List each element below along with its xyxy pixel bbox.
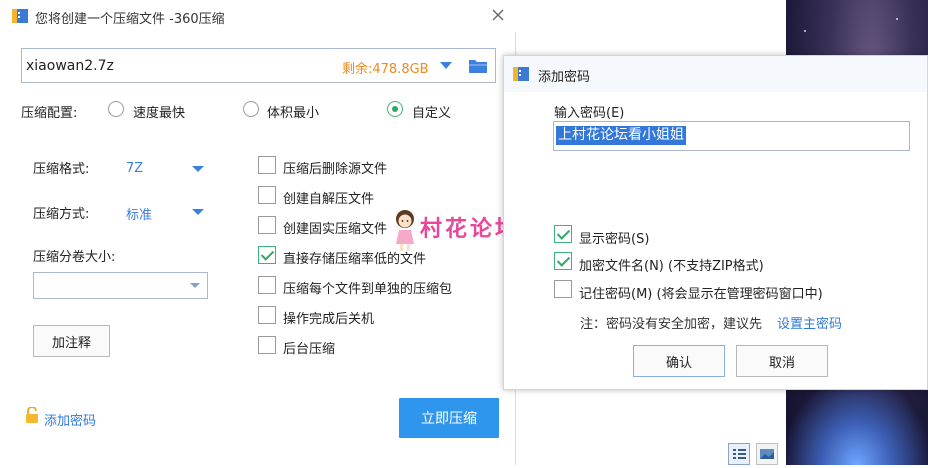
volume-size-select[interactable]	[33, 272, 208, 299]
encrypt-filenames-checkbox[interactable]	[554, 252, 572, 270]
config-label: 压缩配置:	[21, 106, 78, 121]
method-label: 压缩方式:	[33, 207, 90, 222]
encrypt-filenames-label[interactable]: 加密文件名(N) (不支持ZIP格式)	[579, 255, 764, 274]
password-input-label: 输入密码(E)	[554, 106, 625, 121]
set-master-password-link[interactable]: 设置主密码	[777, 313, 842, 332]
radio-smallest-label[interactable]: 体积最小	[267, 102, 319, 121]
add-password-dialog: 添加密码 输入密码(E) 上村花论坛看小姐姐 显示密码(S) 加密文件名(N) …	[503, 55, 928, 390]
archive-path-field: 剩余:478.8GB	[21, 48, 496, 83]
format-value: 7Z	[126, 161, 144, 176]
option-delete-source-label[interactable]: 压缩后删除源文件	[283, 158, 387, 177]
method-select[interactable]: 标准	[120, 197, 210, 223]
option-sfx-checkbox[interactable]	[258, 186, 276, 204]
radio-custom-label[interactable]: 自定义	[412, 102, 451, 121]
option-sfx-label[interactable]: 创建自解压文件	[283, 188, 374, 207]
chevron-down-icon	[192, 166, 204, 172]
window-title: 您将创建一个压缩文件 -360压缩	[35, 12, 225, 27]
confirm-button[interactable]: 确认	[633, 345, 725, 377]
cancel-button[interactable]: 取消	[736, 345, 828, 377]
show-password-checkbox[interactable]	[554, 225, 572, 243]
girl-icon	[396, 210, 414, 251]
radio-smallest[interactable]	[243, 101, 259, 117]
view-mode-toolbar	[728, 443, 780, 465]
chevron-down-icon[interactable]	[440, 62, 452, 69]
option-each-file-checkbox[interactable]	[258, 276, 276, 294]
option-solid-checkbox[interactable]	[258, 216, 276, 234]
lock-icon[interactable]	[25, 407, 39, 423]
show-password-label[interactable]: 显示密码(S)	[579, 228, 649, 247]
volume-size-label: 压缩分卷大小:	[33, 250, 116, 265]
remember-password-label[interactable]: 记住密码(M) (将会显示在管理密码窗口中)	[579, 283, 823, 302]
dialog-title-bar: 添加密码	[504, 56, 927, 92]
add-password-link[interactable]: 添加密码	[44, 410, 96, 429]
thumbnail-view-icon[interactable]	[756, 443, 778, 465]
option-delete-source-checkbox[interactable]	[258, 156, 276, 174]
password-input-value: 上村花论坛看小姐姐	[556, 126, 686, 145]
radio-fastest[interactable]	[108, 101, 124, 117]
security-note: 注：密码没有安全加密，建议先	[580, 317, 763, 332]
archive-path-input[interactable]	[26, 56, 326, 76]
option-background-checkbox[interactable]	[258, 336, 276, 354]
chevron-down-icon	[192, 209, 204, 215]
remember-password-checkbox[interactable]	[554, 280, 572, 298]
close-icon[interactable]	[488, 5, 508, 25]
dialog-title: 添加密码	[538, 70, 591, 85]
option-each-file-label[interactable]: 压缩每个文件到单独的压缩包	[283, 278, 452, 297]
add-comment-button[interactable]: 加注释	[33, 325, 110, 357]
option-solid-label[interactable]: 创建固实压缩文件	[283, 218, 387, 237]
password-input[interactable]: 上村花论坛看小姐姐	[553, 121, 910, 151]
free-space-label: 剩余:478.8GB	[342, 62, 429, 77]
list-view-icon[interactable]	[728, 443, 750, 465]
option-store-low-ratio-checkbox[interactable]	[258, 246, 276, 264]
folder-icon[interactable]	[468, 57, 488, 75]
format-select[interactable]: 7Z	[120, 154, 210, 180]
radio-custom[interactable]	[387, 101, 403, 117]
option-shutdown-label[interactable]: 操作完成后关机	[283, 308, 374, 327]
360zip-icon	[513, 67, 529, 81]
option-shutdown-checkbox[interactable]	[258, 306, 276, 324]
format-label: 压缩格式:	[33, 162, 90, 177]
compress-now-button[interactable]: 立即压缩	[399, 398, 499, 438]
radio-fastest-label[interactable]: 速度最快	[133, 102, 185, 121]
method-value: 标准	[126, 208, 153, 223]
option-background-label[interactable]: 后台压缩	[283, 338, 335, 357]
360zip-icon	[12, 9, 28, 23]
title-bar: 您将创建一个压缩文件 -360压缩	[0, 0, 516, 32]
chevron-down-icon	[190, 283, 200, 288]
